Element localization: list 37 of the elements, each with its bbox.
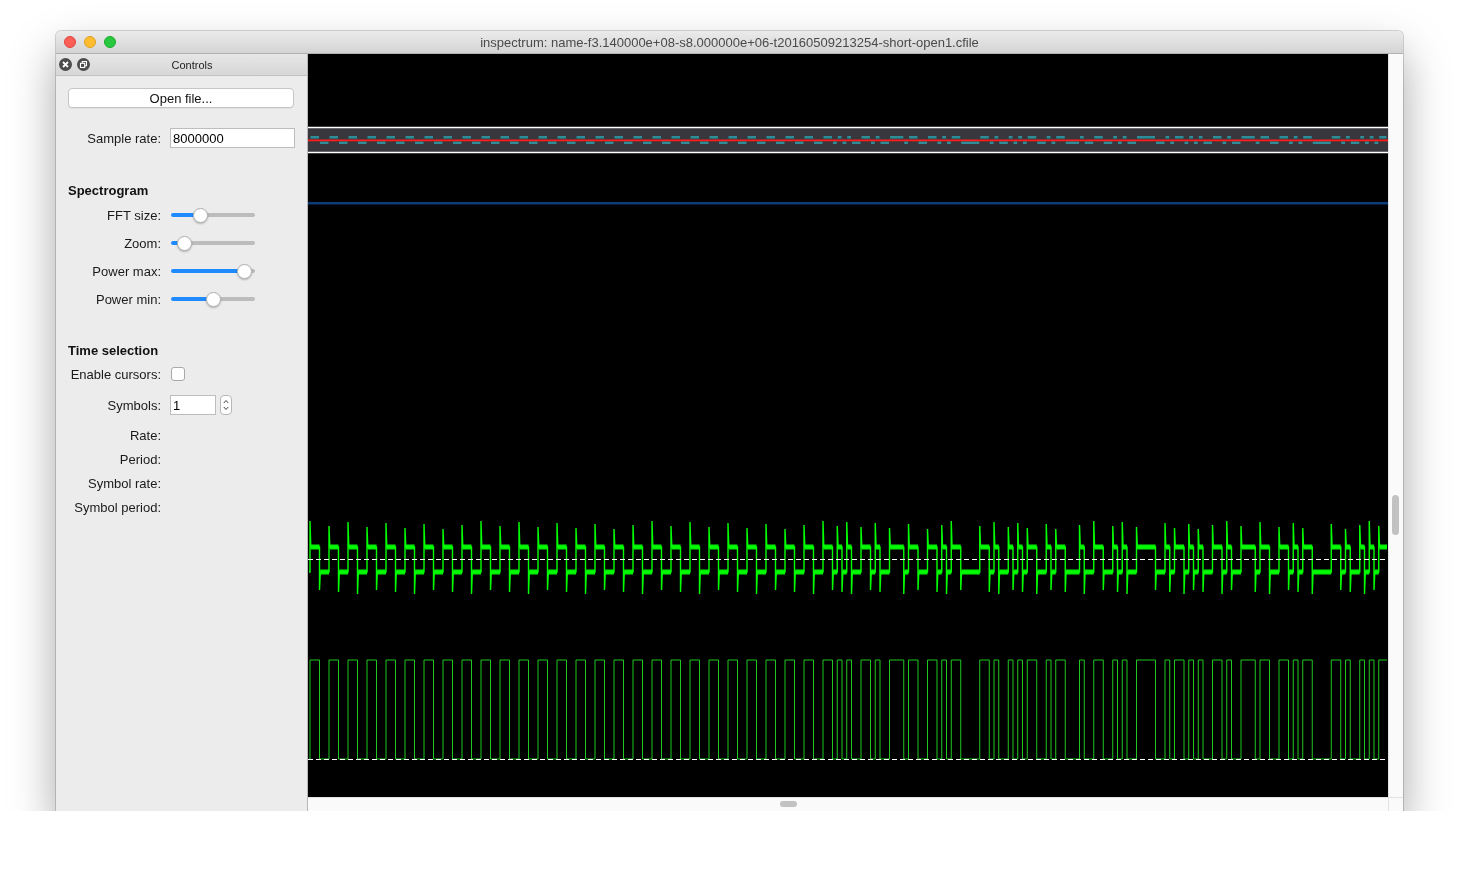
section-heading: Spectrogram xyxy=(68,182,150,200)
field-label: Enable cursors: xyxy=(70,366,161,382)
field-label: Power min: xyxy=(95,291,161,307)
field-label: Sample rate: xyxy=(87,130,161,146)
field-label: Symbol period: xyxy=(74,499,161,515)
scrollbar-thumb[interactable] xyxy=(780,801,797,807)
sample-rate-field[interactable]: 8000000 xyxy=(170,128,295,148)
field-label: Power max: xyxy=(92,263,161,279)
scrollbar-corner xyxy=(1388,797,1403,811)
field-label: FFT size: xyxy=(107,207,161,223)
scrollbar-thumb[interactable] xyxy=(1392,495,1399,535)
dock-title: Controls xyxy=(170,58,214,71)
window-close-button[interactable] xyxy=(64,36,76,48)
slider-handle[interactable] xyxy=(192,207,208,223)
slider-handle[interactable] xyxy=(176,235,192,251)
section-heading: Time selection xyxy=(68,342,160,360)
open-file-button[interactable]: Open file... xyxy=(68,88,294,108)
dock-float-button[interactable] xyxy=(77,58,90,71)
close-icon xyxy=(59,58,72,71)
vertical-scrollbar[interactable] xyxy=(1388,54,1403,797)
window-title: inspectrum: name-f3.140000e+08-s8.000000e+06-t20160509213254-short-open1.cfile xyxy=(480,34,979,50)
window-zoom-button[interactable] xyxy=(104,36,116,48)
chevrons-up-down-icon xyxy=(223,399,229,411)
slider-handle[interactable] xyxy=(206,291,222,307)
cursors-checkbox[interactable] xyxy=(171,367,185,381)
horizontal-scrollbar[interactable] xyxy=(308,797,1388,811)
slider-handle[interactable] xyxy=(237,263,253,279)
field-label: Symbol rate: xyxy=(88,475,161,491)
field-label: Rate: xyxy=(129,427,161,443)
dock-close-button[interactable] xyxy=(59,58,72,71)
overlapping-squares-icon xyxy=(77,58,90,71)
field-label: Zoom: xyxy=(124,235,161,251)
spin-stepper[interactable] xyxy=(220,395,232,415)
window-minimize-button[interactable] xyxy=(84,36,96,48)
symbols-spinbox-field[interactable]: 1 xyxy=(170,395,216,415)
field-label: Period: xyxy=(119,451,161,467)
field-label: Symbols: xyxy=(107,397,161,413)
